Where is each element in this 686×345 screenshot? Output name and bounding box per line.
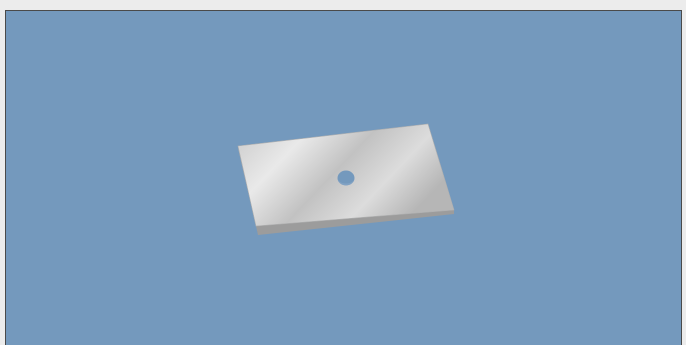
top-toolbar-strip [0, 0, 686, 10]
3d-viewport[interactable] [5, 10, 682, 345]
3d-scene[interactable] [6, 11, 682, 345]
right-gutter [682, 10, 686, 345]
